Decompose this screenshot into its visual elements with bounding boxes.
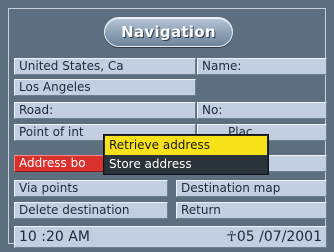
country-field[interactable]: United States, Ca	[14, 58, 196, 75]
name-field[interactable]: Name:	[197, 58, 327, 75]
return-button[interactable]: Return	[176, 202, 327, 219]
road-field[interactable]: Road:	[14, 102, 196, 119]
retrieve-address-menu-item[interactable]: Retrieve address	[105, 136, 267, 155]
number-field[interactable]: No:	[197, 102, 327, 119]
page-title: Navigation	[121, 23, 216, 41]
city-field[interactable]: Los Angeles	[14, 79, 196, 96]
date-display: ☥05 /07/2001	[226, 229, 322, 245]
navigation-screen: Navigation United States, Ca Name: Los A…	[0, 0, 334, 252]
delete-destination-button[interactable]: Delete destination	[14, 202, 168, 219]
title-bar: Navigation	[104, 17, 233, 47]
status-bar: 10 :20 AM ☥05 /07/2001	[14, 226, 327, 248]
store-address-menu-item[interactable]: Store address	[105, 155, 267, 174]
destination-map-button[interactable]: Destination map	[176, 180, 327, 197]
address-popup-menu: Retrieve address Store address	[103, 134, 269, 175]
via-points-button[interactable]: Via points	[14, 180, 168, 197]
clock-time: 10 :20 AM	[19, 229, 90, 245]
